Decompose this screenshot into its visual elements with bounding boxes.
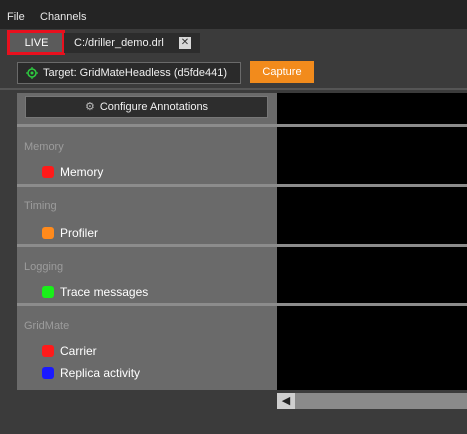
section-title-logging: Logging xyxy=(24,261,64,273)
live-tab-highlight xyxy=(7,30,65,55)
section-title-timing: Timing xyxy=(24,200,57,212)
horizontal-scrollbar[interactable] xyxy=(277,393,467,409)
arrow-left-icon[interactable]: ◀ xyxy=(277,393,295,409)
channel-color-swatch xyxy=(42,345,54,357)
section-divider xyxy=(17,184,467,187)
configure-annotations-label: Configure Annotations xyxy=(99,101,209,113)
gear-icon: ⚙ xyxy=(84,101,95,113)
channel-label: Memory xyxy=(60,165,104,179)
channel-color-swatch xyxy=(42,286,54,298)
configure-annotations-button[interactable]: ⚙ Configure Annotations xyxy=(25,96,268,118)
channel-label: Trace messages xyxy=(60,285,149,299)
target-icon xyxy=(26,67,38,79)
target-selector-button[interactable]: Target: GridMateHeadless (d5fde441) xyxy=(17,62,241,84)
close-icon[interactable]: ✕ xyxy=(179,37,191,49)
section-divider xyxy=(17,244,467,247)
target-label: Target: GridMateHeadless (d5fde441) xyxy=(43,67,228,79)
channel-label: Replica activity xyxy=(60,366,141,380)
channel-label: Carrier xyxy=(60,344,97,358)
channel-label: Profiler xyxy=(60,226,99,240)
channel-color-swatch xyxy=(42,367,54,379)
channel-panel xyxy=(17,93,277,390)
timeline-view[interactable] xyxy=(277,93,467,390)
capture-button[interactable]: Capture xyxy=(250,61,314,83)
section-divider xyxy=(17,124,467,127)
section-title-memory: Memory xyxy=(24,141,64,153)
section-title-gridmate: GridMate xyxy=(24,320,70,332)
toolbar-separator xyxy=(0,88,467,90)
menu-file[interactable]: File xyxy=(7,11,25,24)
channel-color-swatch xyxy=(42,227,54,239)
section-divider xyxy=(17,303,467,306)
menu-channels[interactable]: Channels xyxy=(40,11,86,24)
channel-color-swatch xyxy=(42,166,54,178)
menu-bar: File Channels xyxy=(0,0,467,29)
